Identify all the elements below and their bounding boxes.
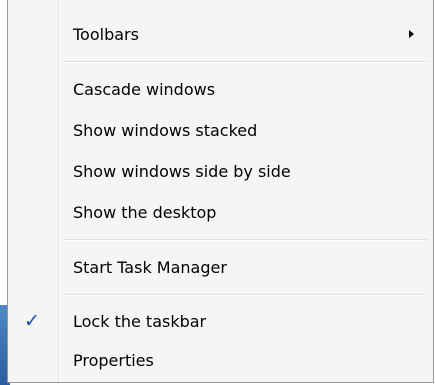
menu-item-lock-the-taskbar[interactable]: ✓ Lock the taskbar (11, 306, 430, 336)
menu-item-show-the-desktop[interactable]: Show the desktop (11, 197, 430, 227)
menu-item-label: Toolbars (73, 24, 139, 44)
menu-item-label: Properties (73, 350, 154, 370)
menu-item-label: Show the desktop (73, 202, 217, 222)
menu-item-label: Show windows stacked (73, 120, 258, 140)
menu-item-show-windows-stacked[interactable]: Show windows stacked (11, 115, 430, 145)
menu-separator (63, 294, 427, 296)
menu-item-properties[interactable]: Properties (11, 345, 430, 375)
menu-item-label: Start Task Manager (73, 257, 227, 277)
menu-item-start-task-manager[interactable]: Start Task Manager (11, 252, 430, 282)
menu-item-cascade-windows[interactable]: Cascade windows (11, 74, 430, 104)
menu-separator (63, 61, 427, 63)
menu-item-show-windows-side-by-side[interactable]: Show windows side by side (11, 156, 430, 186)
checkmark-icon: ✓ (24, 310, 40, 332)
taskbar-context-menu: Toolbars Cascade windows Show windows st… (7, 0, 434, 383)
menu-item-label: Lock the taskbar (73, 311, 207, 331)
menu-item-label: Cascade windows (73, 79, 216, 99)
chevron-right-icon (409, 30, 414, 38)
menu-item-toolbars[interactable]: Toolbars (11, 19, 430, 49)
menu-separator (63, 239, 427, 241)
menu-item-label: Show windows side by side (73, 161, 291, 181)
screen: Toolbars Cascade windows Show windows st… (0, 0, 435, 385)
